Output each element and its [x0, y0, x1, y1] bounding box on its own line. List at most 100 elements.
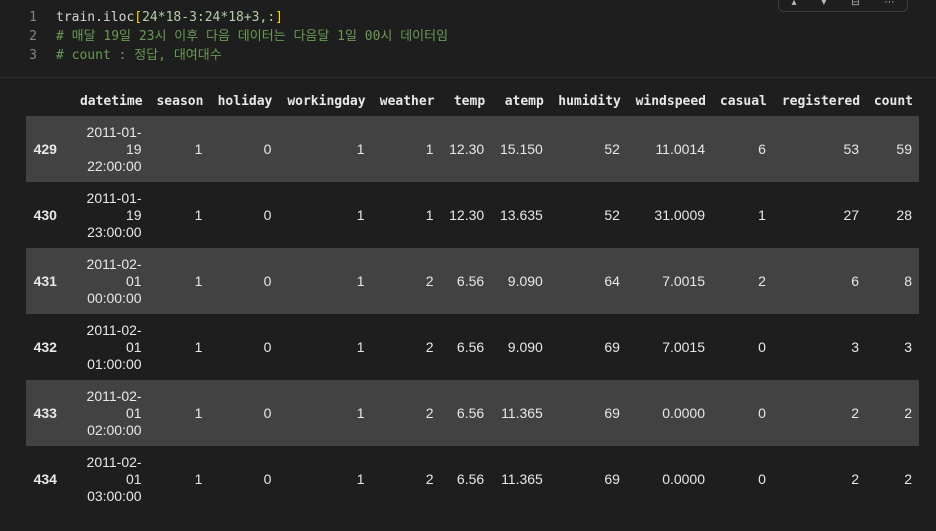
datetime-part: 2011-02- [86, 255, 142, 272]
cell-holiday: 0 [263, 471, 272, 487]
cell-windspeed: 0.0000 [662, 405, 706, 421]
cell-atemp: 9.090 [507, 273, 543, 289]
code-token: ] [275, 10, 283, 25]
cell-registered: 3 [851, 339, 860, 355]
move-down-icon[interactable]: ▾ [821, 0, 826, 8]
datetime-part: 03:00:00 [87, 487, 142, 504]
cell-registered: 2 [851, 405, 860, 421]
row-index: 430 [33, 207, 57, 223]
cell-datetime: 2011-02- 01 01:00:00 [65, 314, 149, 380]
cell-casual: 2 [758, 273, 766, 289]
datetime-part: 01 [125, 272, 142, 289]
cell-temp: 6.56 [456, 273, 485, 289]
cell-humidity: 69 [604, 405, 620, 421]
table-row: 432 2011-02- 01 01:00:00 1 0 1 2 6.56 9.090 69 7.00… [26, 314, 919, 380]
cell-output: datetime season holiday workingday weather te… [26, 86, 919, 512]
cell-windspeed: 0.0000 [662, 471, 706, 487]
line-number: 3 [29, 48, 37, 63]
code-token: [ [134, 10, 143, 25]
cell-season: 1 [194, 405, 203, 421]
datetime-part: 01 [125, 338, 142, 355]
cell-holiday: 0 [263, 273, 272, 289]
cell-atemp: 11.365 [501, 471, 543, 487]
cell-registered: 53 [843, 141, 860, 157]
cell-weather: 1 [425, 141, 434, 157]
row-index: 432 [33, 339, 57, 355]
cell-temp: 6.56 [456, 405, 485, 421]
cell-datetime: 2011-02- 01 00:00:00 [65, 248, 149, 314]
cell-count: 2 [904, 405, 912, 421]
cell-season: 1 [194, 207, 203, 223]
cell-humidity: 64 [604, 273, 620, 289]
cell-weather: 2 [425, 471, 434, 487]
cell-weather: 2 [425, 339, 434, 355]
cell-season: 1 [194, 141, 203, 157]
cell-temp: 6.56 [456, 339, 485, 355]
code-line[interactable]: 2 # 매달 19일 23시 이후 다음 데이터는 다음달 1일 00시 데이터임 [0, 27, 936, 46]
table-row: 431 2011-02- 01 00:00:00 1 0 1 2 6.56 9.090 64 7.00… [26, 248, 919, 314]
datetime-part: 2011-02- [86, 387, 142, 404]
code-token: # count : 정답, 대여대수 [56, 48, 222, 63]
cell-season: 1 [194, 471, 203, 487]
datetime-part: 2011-01- [86, 189, 142, 206]
cell-temp: 12.30 [449, 141, 485, 157]
cell-workingday: 1 [356, 471, 365, 487]
datetime-part: 01 [125, 404, 142, 421]
cell-registered: 27 [843, 207, 860, 223]
column-header-registered: registered [781, 93, 861, 109]
cell-humidity: 69 [604, 471, 620, 487]
row-index: 433 [33, 405, 57, 421]
cell-atemp: 9.090 [507, 339, 543, 355]
column-header-season: season [156, 93, 204, 109]
cell-temp: 6.56 [456, 471, 485, 487]
datetime-part: 2011-01- [86, 123, 142, 140]
code-text[interactable]: # count : 정답, 대여대수 [56, 46, 222, 65]
datetime-part: 2011-02- [86, 321, 142, 338]
more-options-icon[interactable]: ⋯ [885, 0, 895, 8]
datetime-part: 02:00:00 [87, 421, 142, 438]
code-line[interactable]: 3 # count : 정답, 대여대수 [0, 46, 936, 65]
code-token: # 매달 19일 23시 이후 다음 데이터는 다음달 1일 00시 데이터임 [56, 29, 449, 44]
split-cell-icon[interactable]: ⊟ [851, 0, 859, 8]
cell-weather: 2 [425, 405, 434, 421]
code-editor[interactable]: 1 train.iloc[24*18-3:24*18+3,:] 2 # 매달 19일 … [0, 8, 936, 74]
datetime-part: 23:00:00 [87, 223, 142, 240]
table-row: 434 2011-02- 01 03:00:00 1 0 1 2 6.56 11.365 69 0.0… [26, 446, 919, 512]
code-text[interactable]: train.iloc[24*18-3:24*18+3,:] [56, 8, 283, 27]
column-header-atemp: atemp [504, 93, 544, 109]
line-number: 2 [29, 29, 37, 44]
code-token: train.iloc [56, 10, 135, 25]
cell-windspeed: 11.0014 [655, 141, 706, 157]
cell-windspeed: 7.0015 [662, 339, 706, 355]
code-line[interactable]: 1 train.iloc[24*18-3:24*18+3,:] [0, 8, 936, 27]
cell-workingday: 1 [356, 273, 365, 289]
column-header-datetime: datetime [79, 93, 143, 109]
cell-windspeed: 7.0015 [662, 273, 706, 289]
cell-registered: 2 [851, 471, 860, 487]
cell-workingday: 1 [356, 405, 365, 421]
cell-datetime: 2011-01- 19 22:00:00 [65, 116, 149, 182]
move-up-icon[interactable]: ▴ [791, 0, 796, 8]
cell-temp: 12.30 [449, 207, 485, 223]
cell-datetime: 2011-02- 01 02:00:00 [65, 380, 149, 446]
dataframe-table: datetime season holiday workingday weather te… [26, 86, 919, 512]
datetime-part: 2011-02- [86, 453, 142, 470]
cell-count: 59 [896, 141, 912, 157]
row-index: 429 [33, 141, 57, 157]
cell-count: 2 [904, 471, 912, 487]
cell-count: 28 [896, 207, 912, 223]
datetime-part: 01 [125, 470, 142, 487]
cell-datetime: 2011-02- 01 03:00:00 [65, 446, 149, 512]
column-header-count: count [873, 93, 913, 109]
code-text[interactable]: # 매달 19일 23시 이후 다음 데이터는 다음달 1일 00시 데이터임 [56, 27, 448, 46]
column-header-weather: weather [379, 93, 435, 109]
cell-count: 8 [904, 273, 912, 289]
table-row: 433 2011-02- 01 02:00:00 1 0 1 2 6.56 11.365 69 0.0… [26, 380, 919, 446]
datetime-part: 19 [125, 206, 142, 223]
cell-casual: 0 [758, 339, 766, 355]
table-header-row: datetime season holiday workingday weather te… [26, 86, 919, 116]
cell-workingday: 1 [356, 339, 365, 355]
cell-casual: 0 [758, 405, 766, 421]
cell-workingday: 1 [356, 141, 365, 157]
cell-atemp: 11.365 [501, 405, 543, 421]
